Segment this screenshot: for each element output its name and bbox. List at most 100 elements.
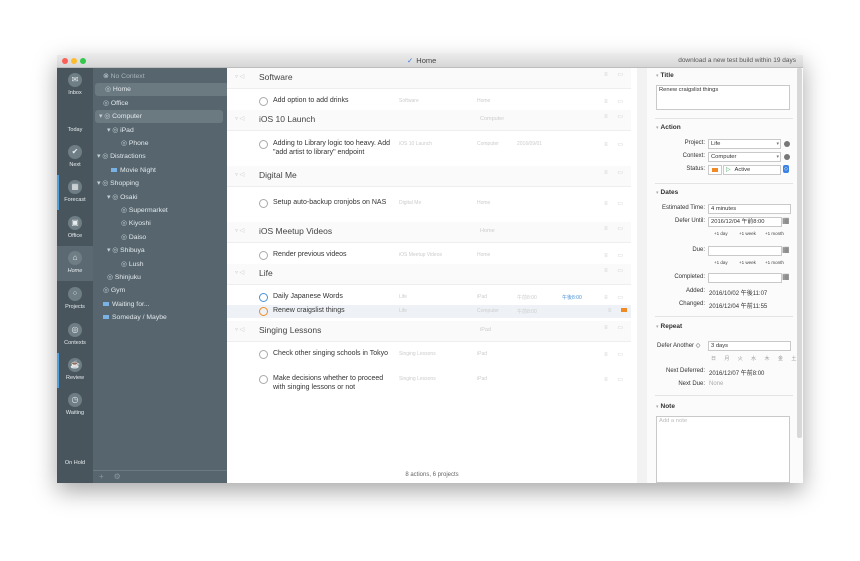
calendar-icon[interactable]: ▦: [782, 216, 790, 225]
action-title[interactable]: Renew craigslist things: [273, 306, 391, 315]
defer-plus-month-button[interactable]: +1 month: [765, 231, 784, 236]
project-name[interactable]: iOS 10 Launch: [259, 114, 315, 124]
sidebar-item-someday-maybe[interactable]: Someday / Maybe: [93, 311, 227, 324]
action-row[interactable]: Make decisions whether to proceed with s…: [227, 373, 631, 403]
status-circle-checkbox[interactable]: [259, 199, 268, 208]
add-icon[interactable]: +: [99, 472, 104, 481]
status-circle-checkbox[interactable]: [259, 350, 268, 359]
action-title[interactable]: Render previous videos: [273, 250, 391, 259]
sidebar-item-kiyoshi[interactable]: ◎ Kiyoshi: [93, 217, 245, 230]
action-context[interactable]: iPad: [477, 294, 487, 300]
action-project[interactable]: Life: [399, 308, 407, 314]
action-title[interactable]: Make decisions whether to proceed with s…: [273, 374, 391, 392]
action-row[interactable]: Renew craigslist things Life Computer 午前8:0…: [227, 305, 631, 318]
action-project[interactable]: Software: [399, 98, 419, 104]
project-name[interactable]: Software: [259, 72, 293, 82]
project-disclosure-icon[interactable]: ▿ ◁: [235, 115, 244, 122]
action-context[interactable]: Home: [477, 252, 490, 258]
action-row[interactable]: Setup auto-backup cronjobs on NAS Digital…: [227, 197, 631, 219]
action-context[interactable]: iPad: [477, 351, 487, 357]
rail-item-next[interactable]: ✔ Next: [57, 140, 93, 175]
repeat-interval-field[interactable]: 3 days: [708, 341, 791, 351]
sidebar-item-no-context[interactable]: ⊗ No Context: [93, 70, 227, 83]
action-context[interactable]: Computer: [477, 141, 499, 147]
action-context[interactable]: Home: [477, 200, 490, 206]
context-popup[interactable]: Computer ▾: [708, 152, 781, 162]
sidebar-item-phone[interactable]: ◎ Phone: [93, 137, 245, 150]
sidebar-item-waiting-for[interactable]: Waiting for...: [93, 298, 227, 311]
repeat-section-header[interactable]: ▾ Repeat: [656, 323, 682, 330]
sidebar-item-shinjuku[interactable]: ◎ Shinjuku: [93, 271, 231, 284]
status-popup[interactable]: ▷ Active: [723, 165, 781, 175]
action-title[interactable]: Check other singing schools in Tokyo: [273, 349, 391, 358]
due-plus-day-button[interactable]: +1 day: [714, 260, 728, 265]
project-row-singing-lessons[interactable]: ▿ ◁ Singing Lessons iPad ≡ ▭: [227, 321, 631, 342]
flag-toggle[interactable]: [708, 165, 722, 175]
title-field[interactable]: Renew craigslist things: [656, 85, 790, 110]
due-field[interactable]: [708, 246, 782, 256]
note-field[interactable]: Add a note: [656, 416, 790, 483]
action-defer-date[interactable]: 午前8:00: [517, 308, 537, 315]
due-plus-month-button[interactable]: +1 month: [765, 260, 784, 265]
project-row-life[interactable]: ▿ ◁ Life ≡ ▭: [227, 264, 631, 285]
sidebar-item-ipad[interactable]: ▾ ◎ iPad: [93, 124, 231, 137]
project-disclosure-icon[interactable]: ▿ ◁: [235, 269, 244, 276]
action-row[interactable]: Check other singing schools in Tokyo Sing…: [227, 348, 631, 370]
sidebar-item-home[interactable]: ◎ Home: [95, 83, 229, 97]
project-disclosure-icon[interactable]: ▿ ◁: [235, 326, 244, 333]
calendar-icon[interactable]: ▦: [782, 245, 790, 254]
action-project[interactable]: iOS 10 Launch: [399, 141, 432, 147]
rail-item-office[interactable]: ▣ Office: [57, 211, 93, 246]
project-row-ios-meetup-videos[interactable]: ▿ ◁ iOS Meetup Videos Home ≡ ▭: [227, 222, 631, 243]
rail-item-forecast[interactable]: ▦ Forecast: [57, 175, 93, 210]
action-context[interactable]: iPad: [477, 376, 487, 382]
rail-item-on-hold[interactable]: On Hold: [57, 438, 93, 473]
sidebar-item-daiso[interactable]: ◎ Daiso: [93, 231, 245, 244]
estimated-time-field[interactable]: 4 minutes: [708, 204, 791, 214]
status-circle-checkbox[interactable]: [259, 375, 268, 384]
action-title[interactable]: Adding to Library logic too heavy. Add "…: [273, 139, 391, 157]
project-row-ios-10-launch[interactable]: ▿ ◁ iOS 10 Launch Computer ≡ ▭: [227, 110, 631, 131]
project-disclosure-icon[interactable]: ▿ ◁: [235, 73, 244, 80]
project-row-digital-me[interactable]: ▿ ◁ Digital Me ≡ ▭: [227, 166, 631, 187]
status-circle-checkbox[interactable]: [259, 251, 268, 260]
completed-field[interactable]: [708, 273, 782, 283]
status-stepper-icon[interactable]: ◇: [783, 165, 789, 173]
status-circle-checkbox[interactable]: [259, 97, 268, 106]
repeat-weekday-picker[interactable]: 日 月 火 水 木 金 土: [711, 355, 800, 362]
trial-notice[interactable]: download a new test build within 19 days: [678, 57, 796, 64]
sidebar-item-computer[interactable]: ▾ ◎ Computer: [95, 110, 223, 124]
rail-item-today[interactable]: Today: [57, 105, 93, 140]
action-project[interactable]: Life: [399, 294, 407, 300]
rail-item-contexts[interactable]: ◎ Contexts: [57, 318, 93, 353]
sidebar-item-shopping[interactable]: ▾ ◎ Shopping: [93, 177, 221, 190]
action-title[interactable]: Add option to add drinks: [273, 96, 391, 105]
action-project[interactable]: Singing Lessons: [399, 351, 436, 357]
title-section-header[interactable]: ▾ Title: [656, 72, 674, 79]
flag-icon[interactable]: [621, 308, 627, 312]
action-context[interactable]: Computer: [477, 308, 499, 314]
action-row[interactable]: Adding to Library logic too heavy. Add "…: [227, 138, 631, 168]
minimize-window-button[interactable]: [71, 58, 77, 64]
status-circle-checkbox[interactable]: [259, 140, 268, 149]
pane-divider[interactable]: [637, 68, 647, 483]
sidebar-item-shibuya[interactable]: ▾ ◎ Shibuya: [93, 244, 231, 257]
calendar-icon[interactable]: ▦: [782, 272, 790, 281]
sidebar-item-supermarket[interactable]: ◎ Supermarket: [93, 204, 245, 217]
go-to-context-icon[interactable]: [784, 154, 790, 160]
project-name[interactable]: Singing Lessons: [259, 325, 321, 335]
defer-plus-day-button[interactable]: +1 day: [714, 231, 728, 236]
rail-item-inbox[interactable]: ✉ Inbox: [57, 68, 93, 103]
sidebar-item-movie-night[interactable]: Movie Night: [93, 164, 235, 177]
action-defer-date[interactable]: 午前8:00: [517, 294, 537, 301]
action-due-date[interactable]: 2016/09/01: [517, 141, 542, 147]
action-project[interactable]: Digital Me: [399, 200, 421, 206]
sidebar-item-osaki[interactable]: ▾ ◎ Osaki: [93, 191, 231, 204]
sidebar-item-office[interactable]: ◎ Office: [93, 97, 227, 110]
action-project[interactable]: iOS Meetup Videos: [399, 252, 442, 258]
project-row-software[interactable]: ▿ ◁ Software ≡ ▭: [227, 68, 631, 89]
action-title[interactable]: Setup auto-backup cronjobs on NAS: [273, 198, 391, 207]
action-context[interactable]: Home: [477, 98, 490, 104]
status-circle-checkbox[interactable]: [259, 307, 268, 316]
action-project[interactable]: Singing Lessons: [399, 376, 436, 382]
